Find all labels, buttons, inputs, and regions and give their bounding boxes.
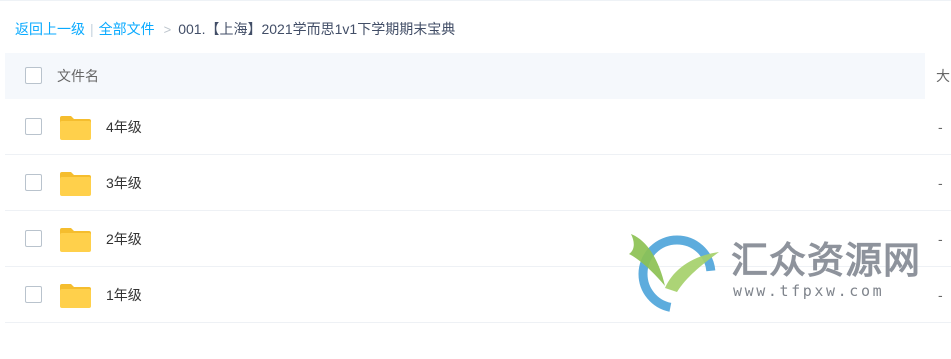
file-size: -	[938, 287, 943, 303]
watermark-logo-icon	[629, 234, 719, 313]
table-row[interactable]: 3年级 -	[5, 155, 951, 211]
folder-icon	[60, 116, 91, 140]
breadcrumb: 返回上一级 | 全部文件 >001.【上海】2021学而思1v1下学期期末宝典	[15, 19, 455, 39]
watermark-url: www.tfpxw.com	[733, 282, 885, 300]
table-row[interactable]: 4年级 -	[5, 99, 951, 155]
file-name[interactable]: 3年级	[106, 173, 142, 193]
file-name[interactable]: 1年级	[106, 285, 142, 305]
file-size: -	[938, 175, 943, 191]
file-name[interactable]: 4年级	[106, 117, 142, 137]
table-header: 文件名	[5, 53, 925, 99]
file-name[interactable]: 2年级	[106, 229, 142, 249]
breadcrumb-arrow: >	[163, 22, 172, 37]
file-size: -	[938, 119, 943, 135]
watermark-title: 汇众资源网	[731, 238, 921, 282]
column-header-filename[interactable]: 文件名	[57, 67, 99, 85]
folder-icon	[60, 228, 91, 252]
folder-icon	[60, 172, 91, 196]
row-checkbox[interactable]	[25, 174, 42, 191]
row-checkbox[interactable]	[25, 286, 42, 303]
back-link[interactable]: 返回上一级	[15, 21, 85, 37]
current-folder-title: 001.【上海】2021学而思1v1下学期期末宝典	[178, 21, 456, 37]
watermark: 汇众资源网 www.tfpxw.com	[625, 230, 920, 315]
all-files-link[interactable]: 全部文件	[99, 21, 155, 37]
select-all-checkbox[interactable]	[25, 67, 42, 84]
row-checkbox[interactable]	[25, 230, 42, 247]
folder-icon	[60, 284, 91, 308]
column-header-size[interactable]: 大	[936, 67, 950, 85]
row-checkbox[interactable]	[25, 118, 42, 135]
breadcrumb-separator: |	[90, 21, 94, 37]
file-size: -	[938, 231, 943, 247]
top-divider	[0, 0, 951, 4]
